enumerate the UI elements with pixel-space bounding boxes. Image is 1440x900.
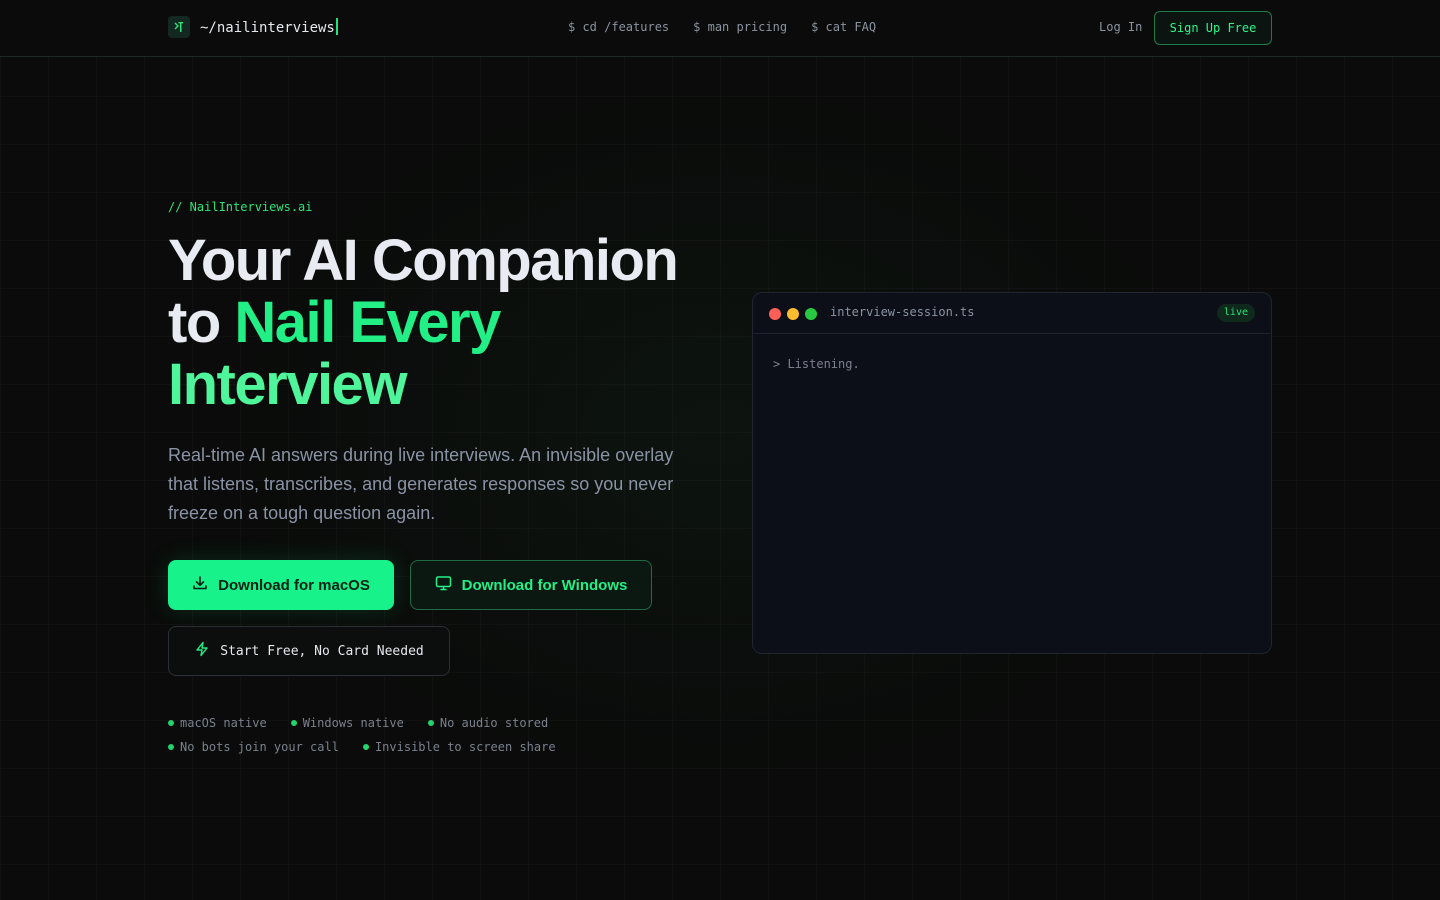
feature-item: macOS native xyxy=(168,716,267,730)
bullet-dot-icon xyxy=(290,720,297,726)
download-macos-label: Download for macOS xyxy=(218,576,370,594)
nav-links: $ cd /features $ man pricing $ cat FAQ xyxy=(568,20,876,34)
terminal-window: interview-session.ts live > Listening. xyxy=(752,292,1272,654)
brand-name: ~/nailinterviews xyxy=(200,18,338,36)
feature-label: macOS native xyxy=(180,716,267,730)
headline-accent-1: Nail Every xyxy=(234,290,501,355)
terminal-titlebar: interview-session.ts live xyxy=(753,293,1271,334)
brand-text: ~/nailinterviews xyxy=(200,20,335,36)
nav-link-faq[interactable]: $ cat FAQ xyxy=(811,20,876,34)
headline-accent-2: Interview xyxy=(168,352,407,417)
top-navbar: ~/nailinterviews $ cd /features $ man pr… xyxy=(0,0,1440,57)
maximize-dot-icon xyxy=(805,308,817,320)
bullet-dot-icon xyxy=(168,720,174,726)
login-link[interactable]: Log In xyxy=(1099,20,1142,34)
download-icon xyxy=(192,575,208,595)
start-free-label: Start Free, No Card Needed xyxy=(220,643,424,659)
feature-label: Invisible to screen share xyxy=(374,740,556,754)
nav-link-features[interactable]: $ cd /features xyxy=(568,20,669,34)
feature-item: No audio stored xyxy=(427,716,549,730)
bullet-dot-icon xyxy=(427,720,434,726)
terminal-title: interview-session.ts xyxy=(830,305,975,319)
feature-list: macOS native Windows native No audio sto… xyxy=(168,716,688,764)
terminal-logo-icon xyxy=(168,16,190,38)
feature-label: No bots join your call xyxy=(180,740,339,754)
nav-link-pricing[interactable]: $ man pricing xyxy=(693,20,787,34)
brand-link[interactable]: ~/nailinterviews xyxy=(168,16,338,38)
bullet-dot-icon xyxy=(362,744,369,750)
hero-subtitle: Real-time AI answers during live intervi… xyxy=(168,445,674,523)
download-windows-button[interactable]: Download for Windows xyxy=(410,560,652,610)
headline-to: to xyxy=(168,290,235,355)
download-windows-label: Download for Windows xyxy=(461,576,628,594)
download-macos-button[interactable]: Download for macOS xyxy=(168,560,394,610)
close-dot-icon xyxy=(769,308,781,320)
monitor-icon xyxy=(435,575,452,595)
feature-label: Windows native xyxy=(302,716,404,730)
feature-item: Invisible to screen share xyxy=(362,740,556,754)
hero-headline: Your AI Companion to Nail Every Intervie… xyxy=(168,230,728,416)
feature-label: No audio stored xyxy=(439,716,549,730)
minimize-dot-icon xyxy=(787,308,799,320)
signup-button[interactable]: Sign Up Free xyxy=(1154,11,1272,45)
headline-line-1: Your AI Companion xyxy=(168,228,679,293)
feature-item: Windows native xyxy=(290,716,404,730)
cursor-caret xyxy=(335,18,338,35)
bullet-dot-icon xyxy=(168,744,174,750)
hero-eyebrow: // NailInterviews.ai xyxy=(168,200,313,214)
terminal-output-line: > Listening. xyxy=(773,357,860,371)
start-free-button[interactable]: Start Free, No Card Needed xyxy=(168,626,450,676)
feature-item: No bots join your call xyxy=(168,740,339,754)
bolt-icon xyxy=(194,641,210,661)
feature-row: macOS native Windows native No audio sto… xyxy=(168,716,688,730)
live-badge: live xyxy=(1216,304,1255,322)
feature-row: No bots join your call Invisible to scre… xyxy=(168,740,688,754)
